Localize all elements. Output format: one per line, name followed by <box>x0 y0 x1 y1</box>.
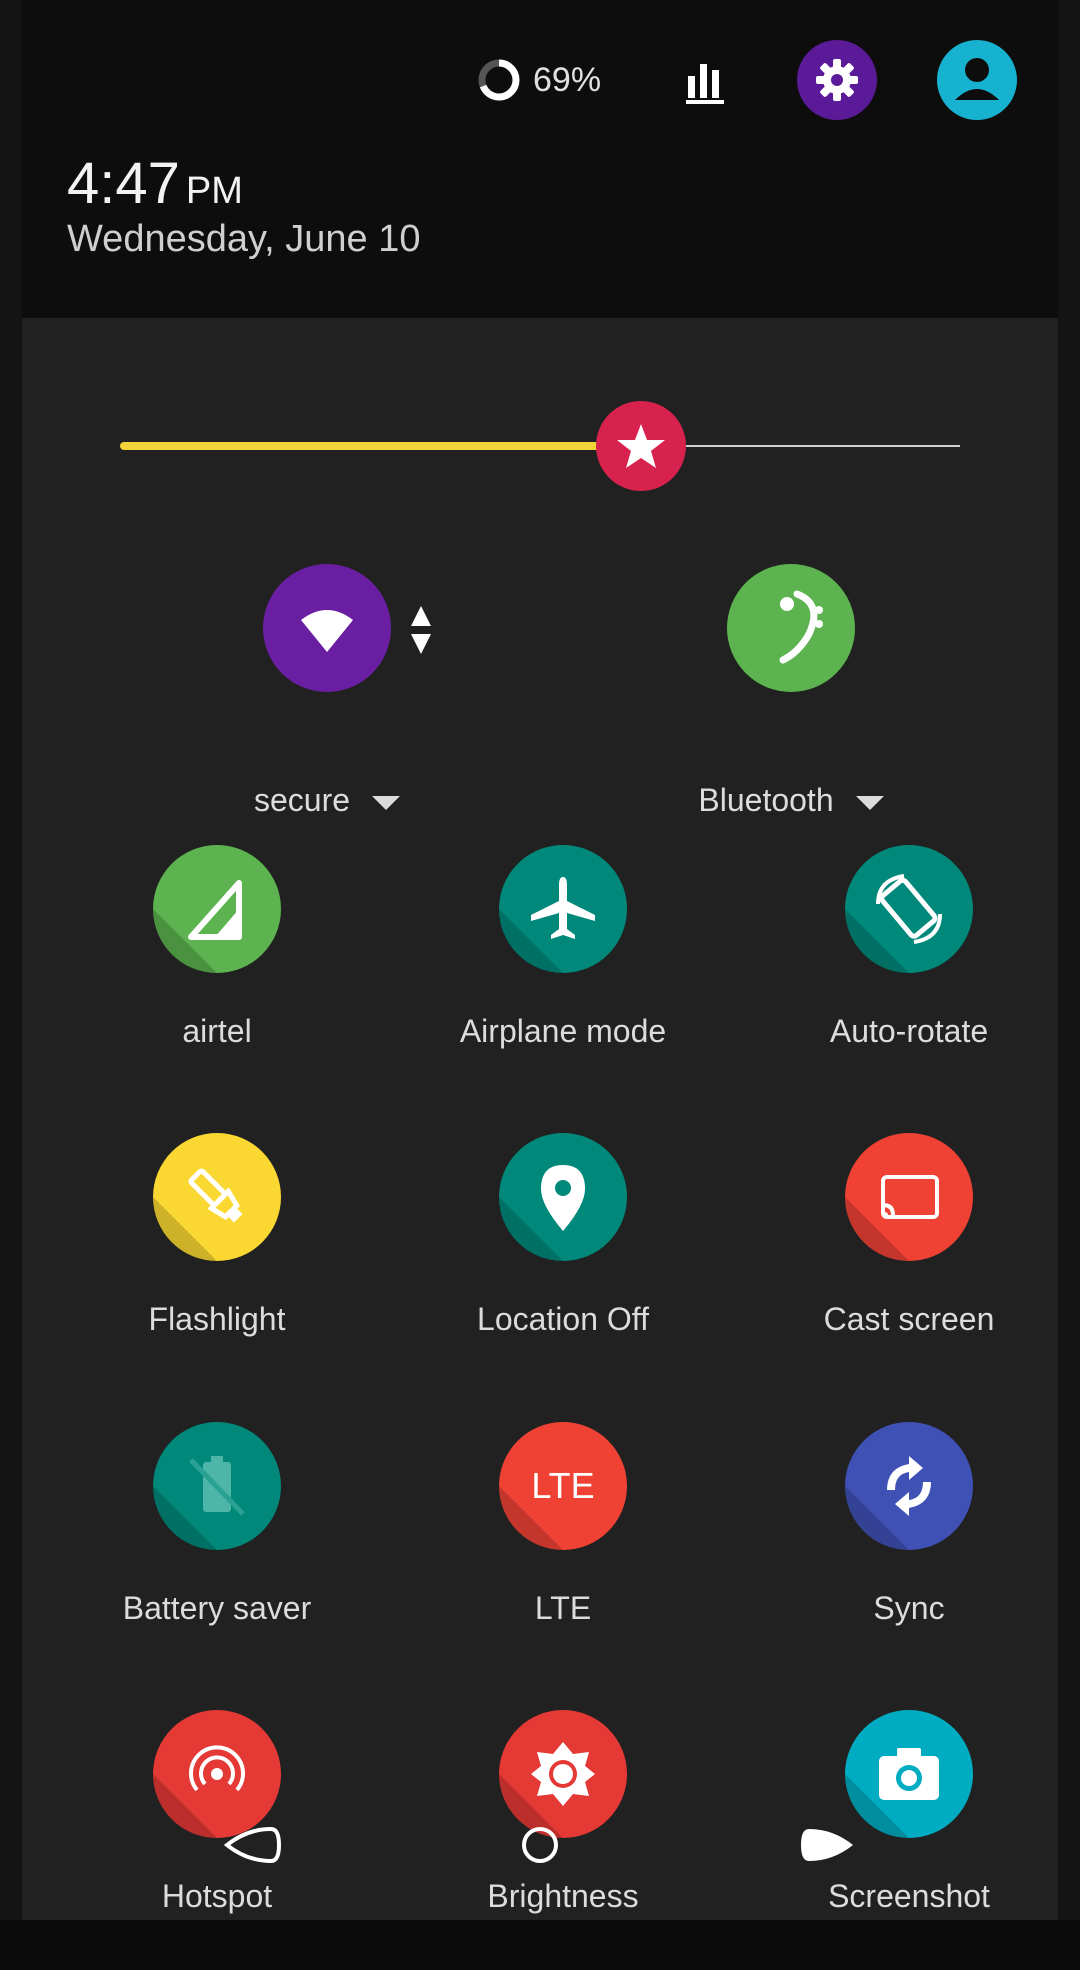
tile-sync[interactable]: Sync <box>759 1422 1059 1682</box>
brightness-icon <box>531 1742 595 1806</box>
wallpaper-left-edge <box>0 0 22 1920</box>
slider-thumb[interactable] <box>596 401 686 491</box>
tile-lte[interactable]: LTE LTE <box>413 1422 713 1682</box>
clock-time: 4:47 <box>67 151 180 216</box>
recents-icon <box>801 1829 853 1861</box>
signal-icon <box>188 880 242 940</box>
lte-icon: LTE <box>531 1465 595 1506</box>
quick-settings-panel: secure Bluetooth airtel Airplane mode Au… <box>22 318 1058 1920</box>
user-avatar-button[interactable] <box>937 40 1017 120</box>
bluetooth-icon <box>779 590 823 664</box>
settings-button[interactable] <box>797 40 877 120</box>
back-button[interactable] <box>213 1805 293 1885</box>
tile-sync-label: Sync <box>873 1590 945 1626</box>
tile-wifi-label[interactable]: secure <box>177 782 477 819</box>
tile-airtel-label: airtel <box>182 1013 252 1049</box>
tile-location-label: Location Off <box>477 1301 649 1337</box>
tile-airtel-circle[interactable] <box>153 845 281 973</box>
tile-sync-circle[interactable] <box>845 1422 973 1550</box>
sync-icon <box>887 1456 931 1516</box>
tile-bluetooth-label-text: Bluetooth <box>698 782 834 818</box>
flashlight-icon <box>188 1168 243 1223</box>
tile-airplane-label: Airplane mode <box>459 1013 667 1049</box>
battery-indicator[interactable]: 69% <box>477 58 601 102</box>
battery-saver-icon <box>189 1456 245 1516</box>
wifi-activity-arrows-icon <box>411 606 431 654</box>
wifi-icon <box>301 610 353 652</box>
tile-lte-circle[interactable]: LTE <box>499 1422 627 1550</box>
tile-location[interactable]: Location Off <box>413 1133 713 1393</box>
clock[interactable]: 4:47 PM <box>67 150 243 217</box>
brightness-slider[interactable] <box>120 401 960 491</box>
wallpaper-right-edge <box>1058 0 1080 1920</box>
chevron-down-icon <box>855 795 884 810</box>
tile-auto-rotate[interactable]: Auto-rotate <box>759 845 1059 1105</box>
tile-battery-saver[interactable]: Battery saver <box>67 1422 367 1682</box>
tile-airplane-circle[interactable] <box>499 845 627 973</box>
location-icon <box>541 1165 585 1231</box>
star-icon <box>617 424 665 468</box>
tile-airtel[interactable]: airtel <box>67 845 367 1105</box>
tile-auto-rotate-label: Auto-rotate <box>829 1013 989 1049</box>
tile-battery-saver-circle[interactable] <box>153 1422 281 1550</box>
tile-location-circle[interactable] <box>499 1133 627 1261</box>
cast-icon <box>881 1175 939 1219</box>
tile-lte-label: LTE <box>534 1590 592 1626</box>
camera-icon <box>879 1748 939 1800</box>
tile-flashlight-label: Flashlight <box>148 1301 286 1337</box>
gear-icon <box>816 59 858 101</box>
home-icon <box>522 1827 558 1863</box>
bluetooth-tile-circle[interactable] <box>727 564 855 692</box>
home-button[interactable] <box>500 1805 580 1885</box>
clock-ampm: PM <box>185 170 243 212</box>
tile-cast-screen[interactable]: Cast screen <box>759 1133 1059 1393</box>
date[interactable]: Wednesday, June 10 <box>67 218 421 261</box>
tile-wifi[interactable]: secure <box>177 564 477 824</box>
user-icon <box>955 58 999 100</box>
hotspot-icon <box>189 1745 245 1792</box>
chevron-down-icon <box>372 795 401 810</box>
battery-ring-icon <box>478 59 520 101</box>
back-icon <box>223 1826 282 1864</box>
recents-button[interactable] <box>787 1805 867 1885</box>
data-usage-icon[interactable] <box>682 56 732 106</box>
wifi-tile-circle[interactable] <box>263 564 391 692</box>
tile-cast-label: Cast screen <box>823 1301 995 1337</box>
tile-bluetooth[interactable]: Bluetooth <box>641 564 941 824</box>
slider-fill <box>120 442 630 450</box>
tile-airplane-mode[interactable]: Airplane mode <box>413 845 713 1105</box>
status-row: 69% <box>22 40 1058 126</box>
tile-flashlight[interactable]: Flashlight <box>67 1133 367 1393</box>
airplane-icon <box>531 877 595 939</box>
notification-header: 69% 4:47 PM Wednesday, June 10 <box>22 0 1058 318</box>
rotate-icon <box>876 874 942 944</box>
tile-bluetooth-label[interactable]: Bluetooth <box>641 782 941 819</box>
battery-percent: 69% <box>533 60 602 99</box>
tile-battery-saver-label: Battery saver <box>122 1590 312 1626</box>
tile-flashlight-circle[interactable] <box>153 1133 281 1261</box>
tile-wifi-label-text: secure <box>253 782 351 818</box>
tile-cast-circle[interactable] <box>845 1133 973 1261</box>
tile-auto-rotate-circle[interactable] <box>845 845 973 973</box>
